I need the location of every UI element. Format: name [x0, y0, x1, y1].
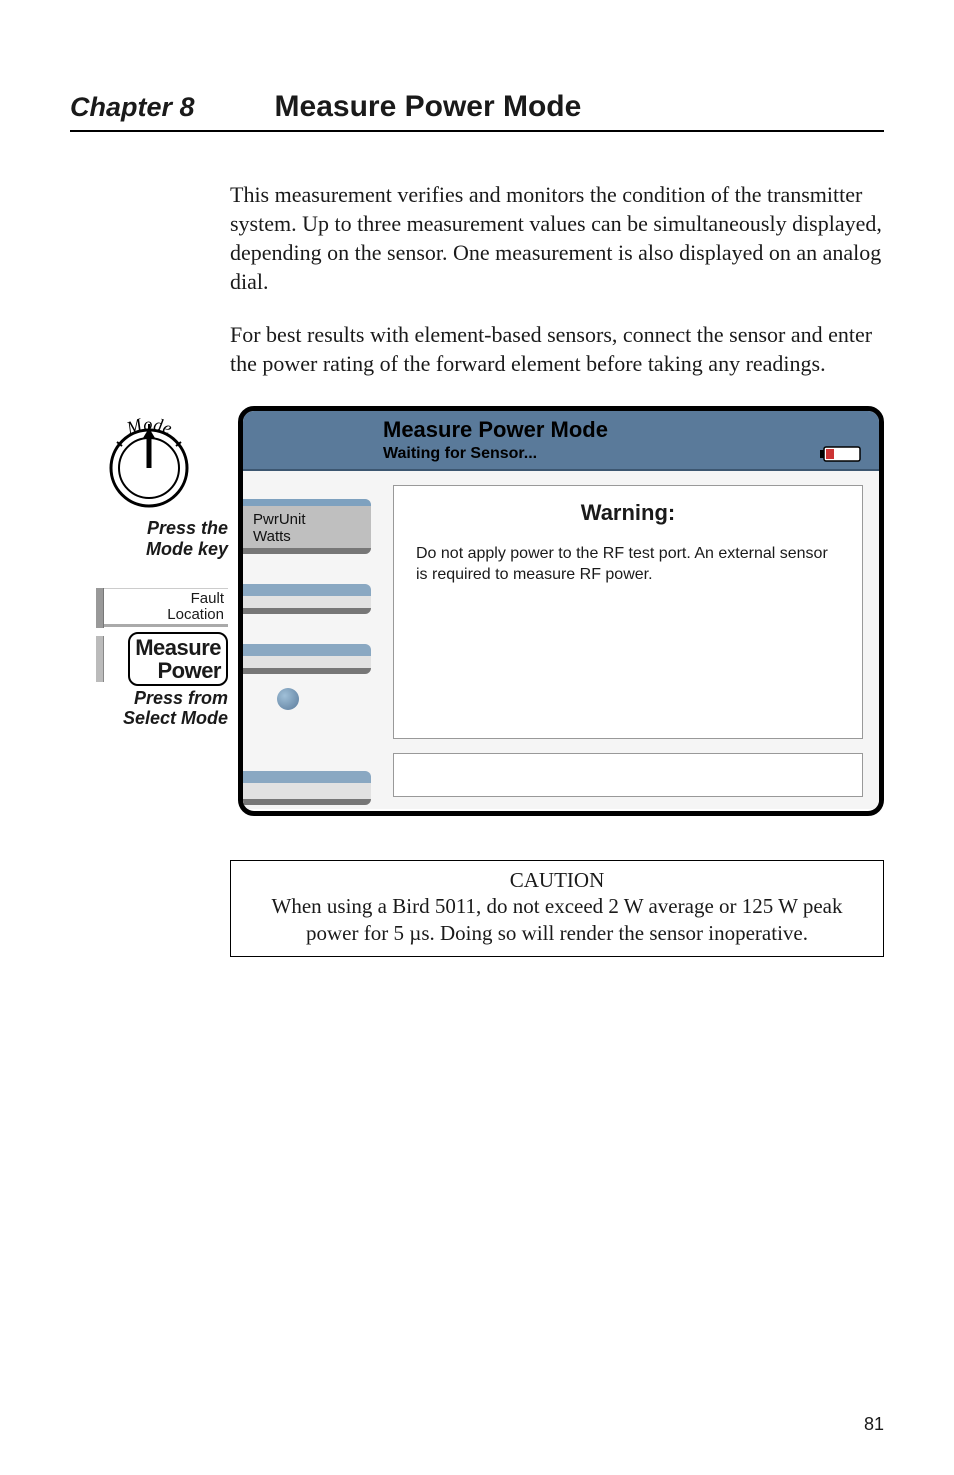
softkey-pwrunit-line2: Watts — [253, 528, 363, 545]
softkey-blank-1[interactable] — [243, 584, 371, 614]
softkey-pwrunit-line1: PwrUnit — [253, 511, 363, 528]
device-screen: Measure Power Mode Waiting for Sensor...… — [238, 406, 884, 816]
softkey-column: PwrUnit Watts — [243, 471, 371, 809]
side-tabs: Fault Location Measure Power — [96, 588, 228, 686]
tab-measure-power: Measure Power — [128, 632, 228, 686]
figure-row: Mode Press the Mode key Fault Location M… — [70, 406, 884, 816]
tab-measure-label1: Measure — [135, 636, 221, 659]
chapter-title: Measure Power Mode — [275, 90, 582, 124]
screen-header: Measure Power Mode Waiting for Sensor... — [243, 411, 879, 471]
tab-measure-label2: Power — [135, 659, 221, 682]
press-mode-caption: Press the Mode key — [146, 518, 228, 559]
tab-fault-label: Fault — [110, 591, 224, 607]
paragraph-2: For best results with element-based sens… — [230, 320, 884, 378]
screen-subtitle: Waiting for Sensor... — [383, 445, 865, 463]
rotary-knob-icon — [277, 688, 299, 710]
caution-title: CAUTION — [245, 867, 869, 893]
paragraph-1: This measurement verifies and monitors t… — [230, 180, 884, 296]
chapter-heading: Chapter 8 Measure Power Mode — [70, 90, 884, 132]
caution-body: When using a Bird 5011, do not exceed 2 … — [245, 893, 869, 946]
warning-panel: Warning: Do not apply power to the RF te… — [393, 485, 863, 739]
tab-fault: Fault Location — [96, 588, 228, 628]
softkey-pwrunit[interactable]: PwrUnit Watts — [243, 499, 371, 554]
warning-body: Do not apply power to the RF test port. … — [394, 544, 862, 586]
mode-dial: Mode — [94, 406, 204, 516]
softkey-bottom[interactable] — [243, 771, 371, 805]
status-panel — [393, 753, 863, 797]
softkey-blank-2[interactable] — [243, 644, 371, 674]
caution-box: CAUTION When using a Bird 5011, do not e… — [230, 860, 884, 957]
battery-icon — [819, 445, 865, 463]
press-from-caption: Press from Select Mode — [123, 688, 228, 729]
page-number: 81 — [864, 1414, 884, 1435]
chapter-label: Chapter 8 — [70, 92, 195, 123]
tab-location-label: Location — [110, 607, 224, 623]
warning-title: Warning: — [394, 500, 862, 526]
screen-title: Measure Power Mode — [383, 417, 865, 443]
